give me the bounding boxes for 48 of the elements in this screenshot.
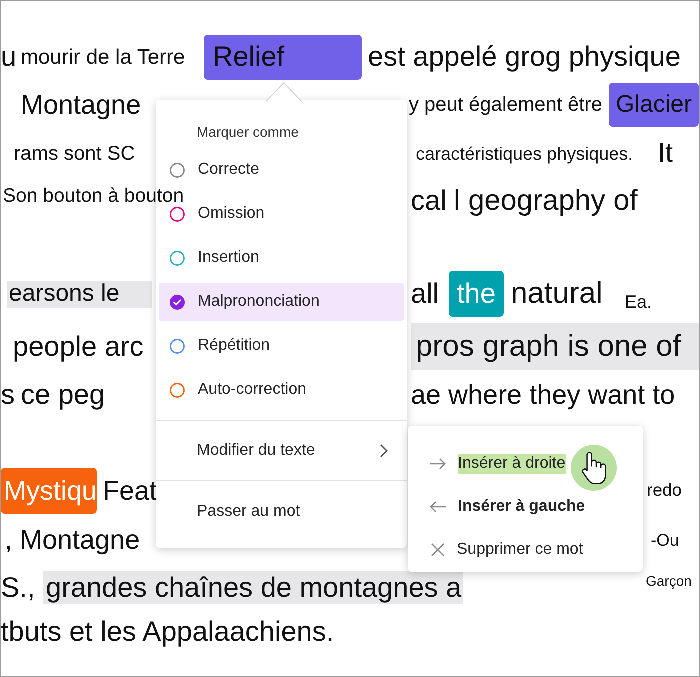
marked-word: Relief [204,34,362,80]
arrow-left-icon [430,500,446,512]
highlighted-phrase: grandes chaînes de montagnes a [43,571,463,604]
arrow-right-icon [430,458,446,470]
chevron-right-icon [380,444,388,458]
text-label: y peut également être [409,95,603,115]
passage-text: ae where they want to [411,382,676,408]
passage-text: people arc [13,332,145,360]
passage-text: Montagne [21,92,142,118]
passage-text: s [1,381,15,409]
menu-item[interactable]: Insérer à gauche [408,485,643,528]
text-label: mourir de la Terre [21,46,186,68]
passage-text: ce peg [21,381,106,409]
mark-option[interactable]: Auto-correction [159,371,404,409]
menu-item[interactable]: Insérer à droite [408,442,643,485]
hand-cursor-icon [571,444,617,490]
menu-item[interactable]: Passer au mot [156,481,407,543]
menu-item[interactable]: Supprimer ce mot [408,528,643,571]
text-label: -Ou [651,532,680,548]
marked-word: Mystiqu [1,468,97,514]
text-label: rams sont SC [13,144,136,164]
passage-text: est appelé grog physique [368,43,682,71]
close-icon [431,542,445,556]
text-label: Son bouton à bouton [2,187,185,206]
mark-option[interactable]: Répétition [159,327,404,365]
passage-text: u [1,43,18,71]
passage-text: , Montagne [5,526,142,554]
passage-text: all [411,280,440,308]
passage-text: Feat [103,478,157,504]
marked-word: the [449,271,504,317]
text-label: redo [647,482,684,500]
passage-text: It [658,140,674,167]
menu-item[interactable]: Modifier du texte [156,421,407,480]
passage-text: tbuts et les Appalaachiens. [1,618,336,646]
passage-text: S., [1,574,36,602]
highlighted-phrase: pros graph is one of [411,323,699,370]
mark-option[interactable]: Correcte [159,151,404,189]
passage-text: l geography of [454,186,639,216]
passage-text: cal [411,187,448,215]
highlighted-phrase: earsons le [7,280,152,308]
mark-option[interactable]: Malprononciation [159,283,404,321]
text-label: caractéristiques physiques. [416,144,634,162]
marked-word: Glacier [609,83,699,127]
mark-option[interactable]: Insertion [159,239,404,277]
menu-heading: Marquer comme [197,122,299,142]
passage-text: natural [511,279,604,309]
text-label: Garçon [646,574,693,588]
text-label: Ea. [625,293,654,311]
